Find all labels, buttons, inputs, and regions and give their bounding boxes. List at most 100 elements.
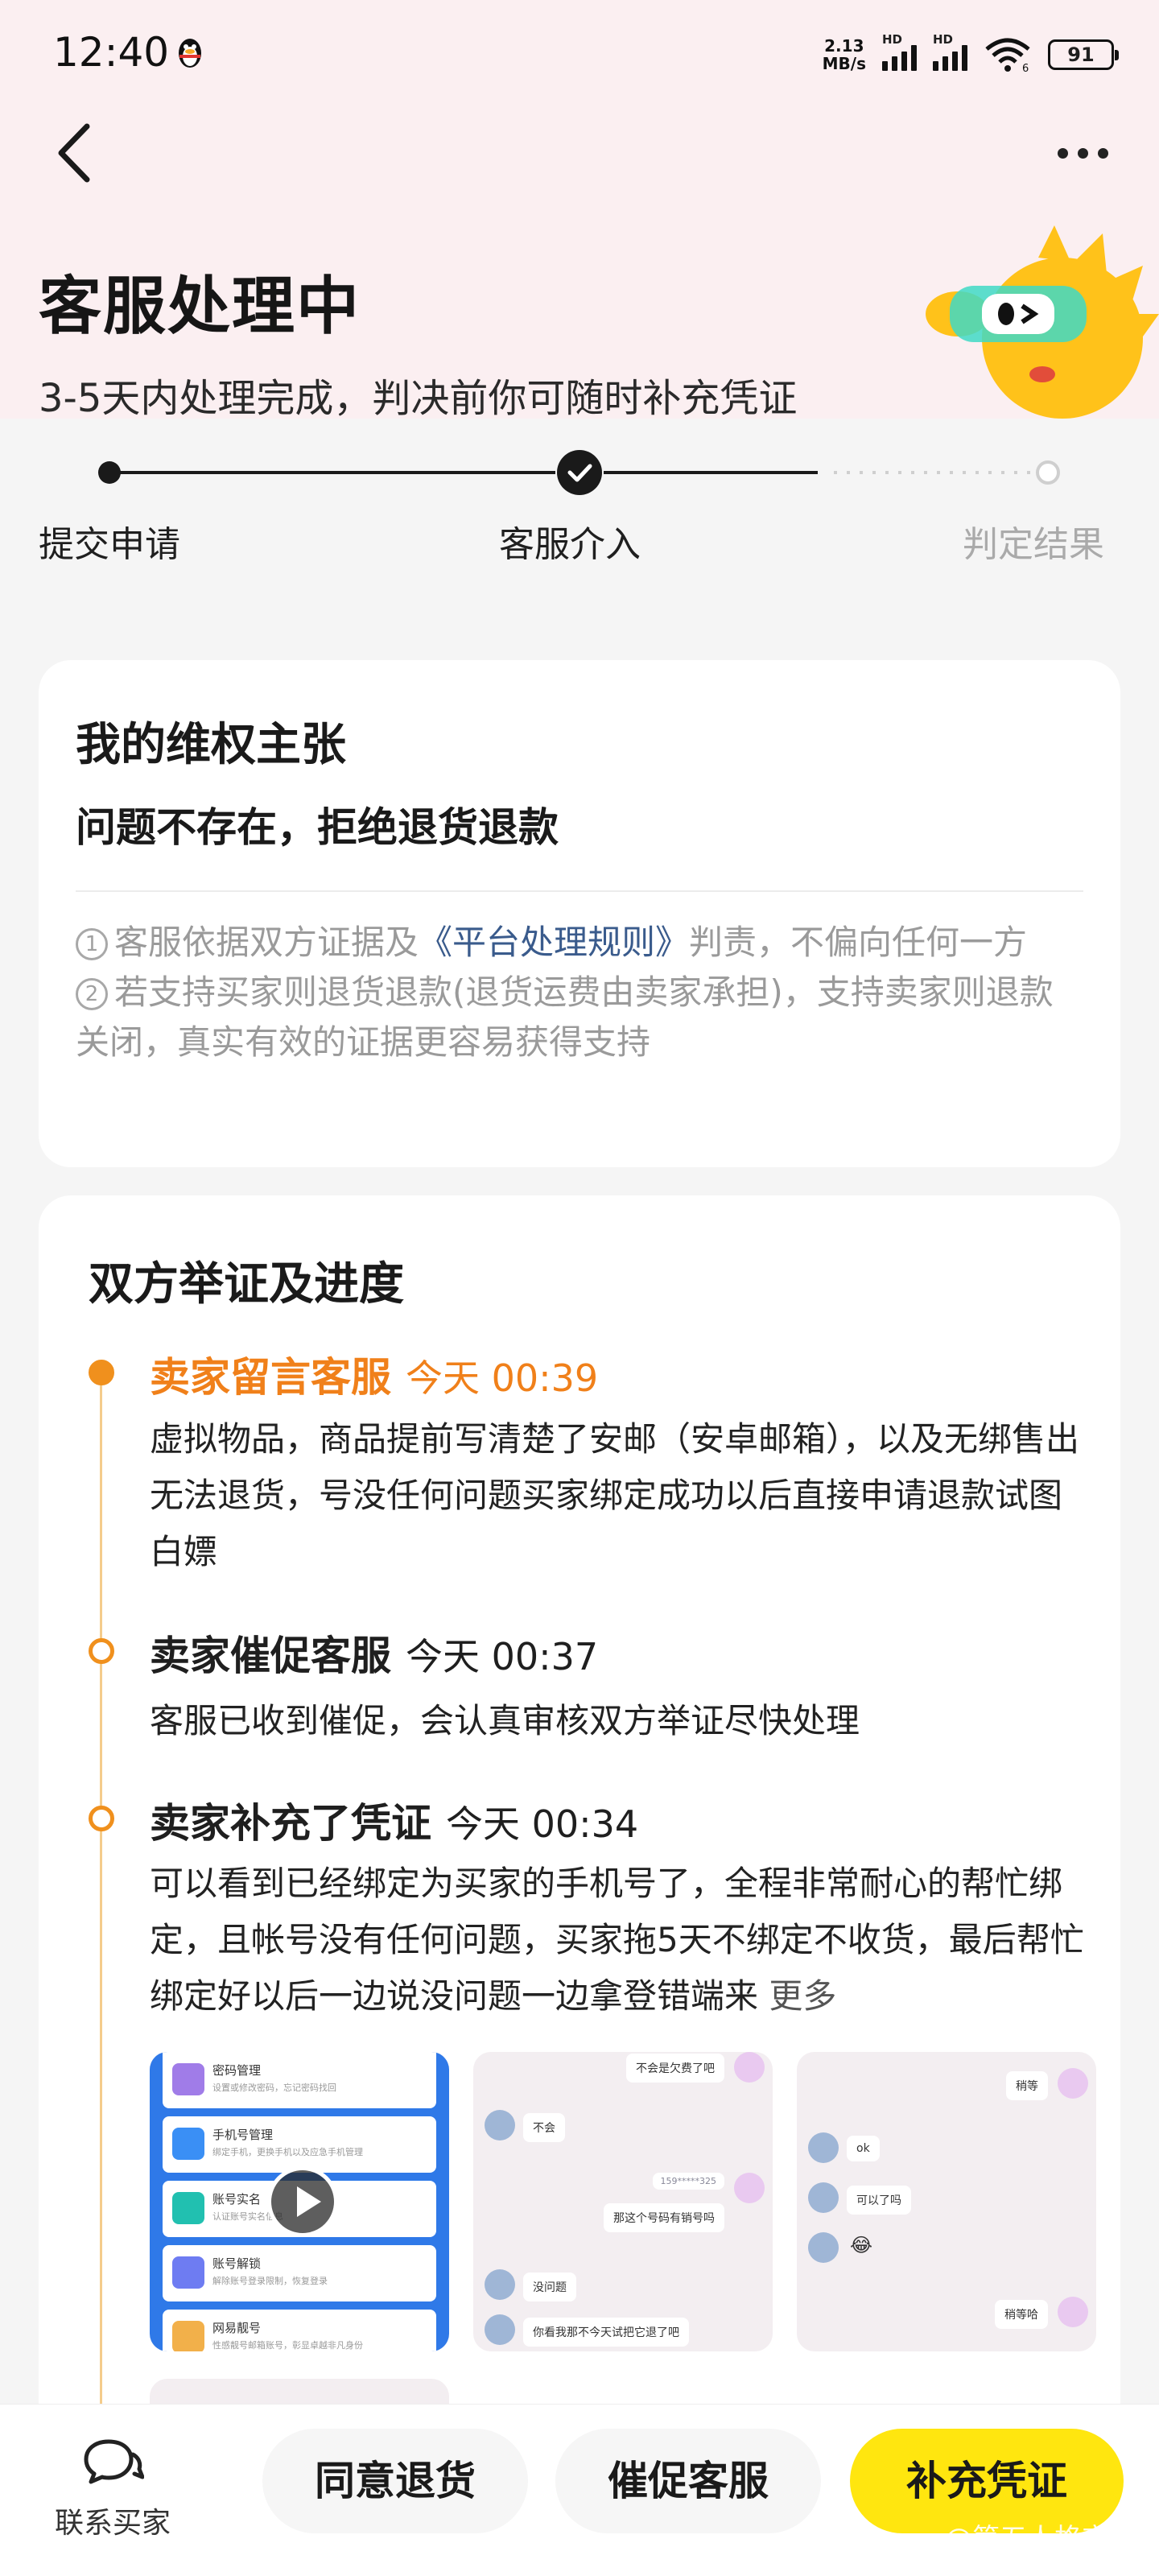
timeline-item-title: 卖家补充了凭证 今天 00:34	[150, 1791, 638, 1849]
timeline-title-text: 卖家催促客服	[150, 1633, 391, 1679]
net-speed: 2.13 MB/s	[823, 37, 866, 72]
divider	[76, 890, 1083, 892]
settings-row: 账号解锁 解除账号登录限制，恢复登录	[163, 2245, 436, 2301]
mascot-illustration	[926, 225, 1159, 419]
net-speed-value: 2.13	[824, 36, 864, 56]
claim-notes: 1 客服依据双方证据及《平台处理规则》判责，不偏向任何一方 2 若支持买家则退货退款…	[76, 918, 1056, 1067]
settings-row-title: 账号实名	[212, 2192, 262, 2207]
claim-heading: 我的维权主张	[76, 719, 346, 771]
chat-message: 稍等哈	[995, 2300, 1048, 2329]
avatar	[485, 2110, 515, 2140]
watermark: @第五人格交易	[945, 2523, 1136, 2555]
avatar	[1058, 2297, 1088, 2327]
chat-icon	[84, 2439, 145, 2484]
note1-text-post: 判责，不偏向任何一方	[689, 923, 1028, 962]
progress-steps: 提交申请 客服介入 判定结果	[0, 435, 1159, 580]
wifi-icon: 6	[985, 38, 1030, 73]
timeline-title-text: 卖家补充了凭证	[150, 1800, 431, 1847]
timeline-body-text: 可以看到已经绑定为买家的手机号了，全程非常耐心的帮忙绑定，且帐号没有任何问题，买…	[150, 1864, 1084, 2016]
chat-message: 你看我那不今天试把它退了吧	[523, 2318, 689, 2347]
play-icon[interactable]	[267, 2166, 338, 2237]
timeline-dot-active	[89, 1360, 114, 1385]
chat-message: 可以了吗	[847, 2186, 911, 2215]
agree-return-button[interactable]: 同意退货	[262, 2429, 528, 2533]
step-label-cs: 客服介入	[499, 524, 641, 565]
lock-icon	[172, 2063, 204, 2095]
chat-message: 159*****325	[652, 2173, 724, 2190]
more-options-icon[interactable]	[1046, 129, 1119, 177]
step-label-result: 判定结果	[963, 524, 1104, 565]
settings-row-title: 账号解锁	[212, 2256, 262, 2271]
timeline-item-title: 卖家催促客服 今天 00:37	[150, 1624, 598, 1682]
avatar	[485, 2269, 515, 2300]
claim-value: 问题不存在，拒绝退货退款	[76, 804, 559, 851]
step-label-submit: 提交申请	[39, 524, 180, 565]
chat-message: 稍等	[1006, 2071, 1048, 2100]
settings-row: 密码管理 设置或修改密码，忘记密码找回	[163, 2052, 436, 2108]
status-bar: 12:40 2.13 MB/s HD HD 6 91	[0, 0, 1159, 105]
timeline-dot	[89, 1638, 114, 1664]
evidence-video-thumb[interactable]: 密码管理 设置或修改密码，忘记密码找回 手机号管理 绑定手机，更换手机以及应急手…	[150, 2052, 449, 2351]
settings-row-desc: 设置或修改密码，忘记密码找回	[212, 2083, 336, 2093]
avatar	[808, 2232, 839, 2263]
back-arrow-icon[interactable]	[50, 117, 101, 189]
step-dot-result	[1036, 460, 1060, 485]
chat-message: 那这个号码有销号吗	[604, 2203, 724, 2232]
id-card-icon	[172, 2192, 204, 2224]
avatar	[734, 2173, 765, 2203]
timeline-item-title: 卖家留言客服 今天 00:39	[150, 1345, 598, 1403]
timeline-item-body: 可以看到已经绑定为买家的手机号了，全程非常耐心的帮忙绑定，且帐号没有任何问题，买…	[150, 1856, 1088, 2025]
timeline-title-text: 卖家留言客服	[150, 1354, 391, 1401]
chat-message: ok	[847, 2136, 880, 2161]
timeline-time: 今天 00:34	[446, 1802, 639, 1846]
step-dot-submitted	[98, 461, 121, 484]
contact-buyer-label: 联系买家	[54, 2507, 171, 2540]
timeline-item-body: 虚拟物品，商品提前写清楚了安邮（安卓邮箱），以及无绑售出无法退货，号没任何问题买…	[150, 1419, 1080, 1571]
claim-note-2: 2 若支持买家则退货退款(退货运费由卖家承担)，支持卖家则退款关闭，真实有效的证据…	[76, 968, 1056, 1067]
status-time: 12:40	[53, 29, 170, 76]
status-icons: 2.13 MB/s HD HD 6 91	[823, 32, 1119, 77]
claim-note-1: 1 客服依据双方证据及《平台处理规则》判责，不偏向任何一方	[76, 918, 1056, 968]
circled-number-2: 2	[76, 978, 108, 1010]
hd-label-2: HD	[933, 32, 954, 47]
evidence-thumbnails: 密码管理 设置或修改密码，忘记密码找回 手机号管理 绑定手机，更换手机以及应急手…	[150, 2052, 1099, 2358]
evidence-heading: 双方举证及进度	[89, 1258, 404, 1311]
signal-icon: HD	[882, 32, 917, 71]
settings-row-desc: 解除账号登录限制，恢复登录	[212, 2276, 328, 2286]
timeline-line	[100, 1373, 102, 2435]
star-icon	[172, 2321, 204, 2351]
phone-icon	[172, 2128, 204, 2160]
timeline-time: 今天 00:39	[406, 1356, 599, 1400]
signal-icon-2: HD	[933, 32, 967, 71]
avatar	[808, 2182, 839, 2213]
avatar	[1058, 2068, 1088, 2099]
net-speed-unit: MB/s	[822, 54, 866, 73]
page-title: 客服处理中	[39, 270, 361, 343]
evidence-card: 双方举证及进度 卖家留言客服 今天 00:39 虚拟物品，商品提前写清楚了安邮（安…	[39, 1195, 1120, 2435]
check-icon	[557, 450, 602, 495]
timeline-item-body: 客服已收到催促，会认真审核双方举证尽快处理	[150, 1701, 860, 1740]
settings-row-title: 手机号管理	[212, 2128, 274, 2142]
evidence-image-thumb[interactable]: 稍等 ok 可以了吗 😂 稍等哈	[797, 2052, 1096, 2351]
settings-row: 手机号管理 绑定手机，更换手机以及应急手机管理	[163, 2116, 436, 2173]
emoji-sticker: 😂	[850, 2234, 873, 2256]
chat-message: 不会	[523, 2113, 565, 2142]
unlock-icon	[172, 2256, 204, 2289]
settings-row-desc: 绑定手机，更换手机以及应急手机管理	[212, 2147, 363, 2157]
evidence-image-thumb[interactable]: 不会是欠费了吧 不会 159*****325 那这个号码有销号吗 没问题 你看我…	[473, 2052, 773, 2351]
urge-cs-button[interactable]: 催促客服	[555, 2429, 821, 2533]
note2-text: 若支持买家则退货退款(退货运费由卖家承担)，支持卖家则退款关闭，真实有效的证据更…	[76, 972, 1054, 1062]
circled-number-1: 1	[76, 928, 108, 960]
hd-label: HD	[882, 32, 903, 47]
battery-icon: 91	[1048, 39, 1119, 70]
platform-rules-link[interactable]: 《平台处理规则》	[419, 923, 689, 962]
expand-more-link[interactable]: 更多	[769, 1976, 836, 2016]
qq-penguin-icon	[179, 39, 201, 68]
note1-text-pre: 客服依据双方证据及	[114, 923, 419, 962]
settings-row-title: 网易靓号	[212, 2321, 262, 2335]
contact-buyer-button[interactable]: 联系买家	[32, 2437, 193, 2541]
wifi-sub: 6	[1022, 63, 1029, 73]
avatar	[808, 2132, 839, 2163]
avatar	[734, 2052, 765, 2083]
settings-row-desc: 性感靓号邮箱账号，彰显卓越非凡身份	[212, 2340, 363, 2351]
